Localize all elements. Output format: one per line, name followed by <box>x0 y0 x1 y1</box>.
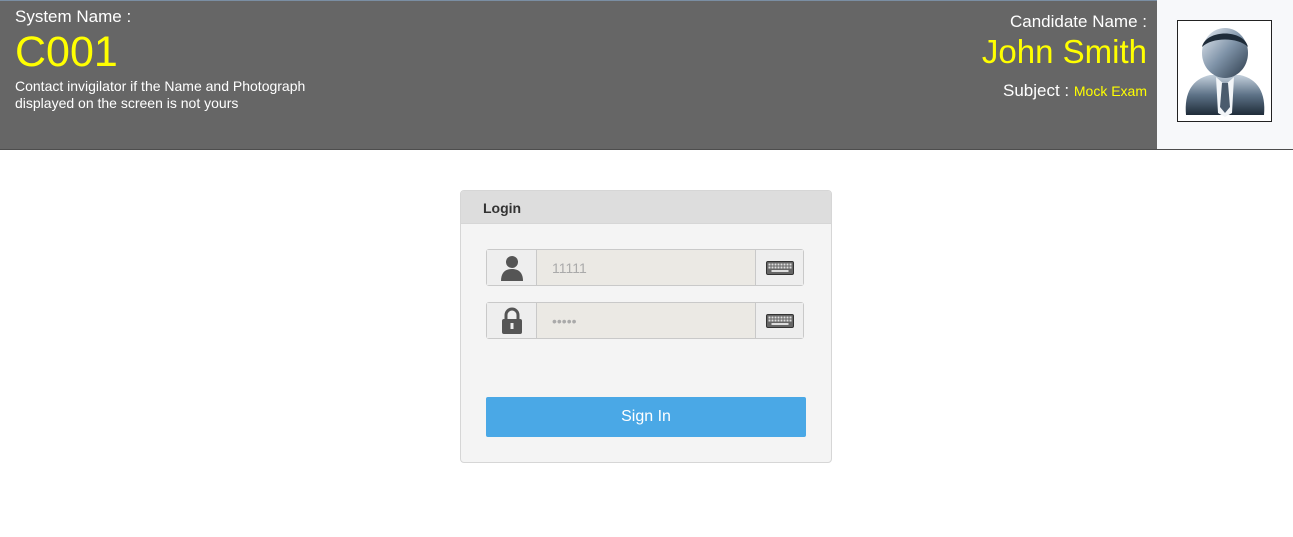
username-field[interactable]: 11111 <box>486 249 804 286</box>
password-field[interactable]: ••••• <box>486 302 804 339</box>
header-bar: System Name : C001 Contact invigilator i… <box>0 0 1293 150</box>
contact-notice-line2: displayed on the screen is not yours <box>15 95 239 111</box>
photo-pane <box>1157 0 1293 149</box>
subject-label: Subject : <box>1002 81 1070 100</box>
sign-in-button[interactable]: Sign In <box>486 397 806 437</box>
avatar-icon <box>1185 28 1264 117</box>
user-icon <box>487 250 537 285</box>
login-panel: Login 11111 ••••• Sign In <box>460 190 832 463</box>
password-input[interactable]: ••••• <box>537 303 755 338</box>
contact-notice: Contact invigilator if the Name and Phot… <box>15 78 355 112</box>
system-name-value: C001 <box>15 28 118 76</box>
contact-notice-line1: Contact invigilator if the Name and Phot… <box>15 78 306 94</box>
subject-value: Mock Exam <box>1073 83 1147 99</box>
keyboard-icon[interactable] <box>755 250 803 285</box>
subject-line: Subject : Mock Exam <box>1003 81 1147 101</box>
keyboard-icon[interactable] <box>755 303 803 338</box>
username-input[interactable]: 11111 <box>537 250 755 285</box>
system-name-label: System Name : <box>15 7 132 26</box>
candidate-name-label: Candidate Name : <box>1009 12 1147 31</box>
candidate-name-value: John Smith <box>981 33 1147 70</box>
login-panel-title: Login <box>461 191 831 224</box>
candidate-photo <box>1177 20 1272 122</box>
lock-icon <box>487 303 537 338</box>
